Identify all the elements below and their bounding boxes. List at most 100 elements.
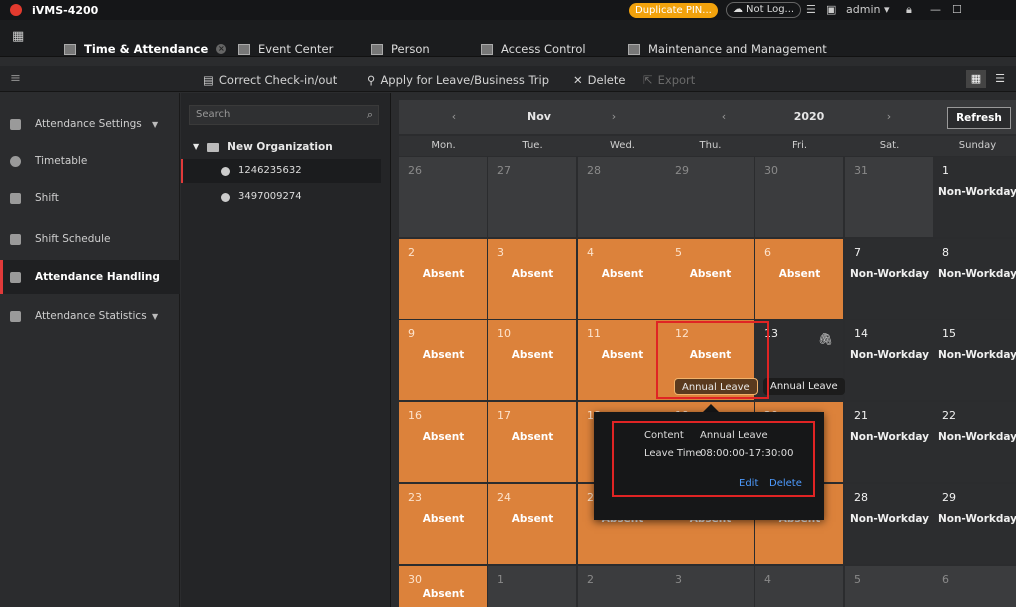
next-year-icon[interactable]: ›: [854, 100, 924, 134]
calendar-day-cell[interactable]: 31: [845, 157, 933, 237]
lock-icon[interactable]: 🔒︎: [906, 2, 912, 18]
absent-status: Absent: [422, 588, 465, 600]
delete-link[interactable]: Delete: [769, 478, 802, 489]
calendar-day-cell[interactable]: 30: [755, 157, 843, 237]
calendar-day-cell[interactable]: 29 Non-Workday: [933, 484, 1016, 564]
calendar-day-cell[interactable]: 29: [666, 157, 754, 237]
user-menu[interactable]: admin ▾: [846, 2, 890, 18]
calendar-day-cell[interactable]: 9 Absent: [399, 320, 487, 400]
calendar-day-cell[interactable]: 6 Absent: [755, 239, 843, 319]
calendar-day-cell[interactable]: 11 Absent: [578, 320, 666, 400]
calendar-day-cell[interactable]: 2 Absent: [399, 239, 487, 319]
maximize-icon[interactable]: ☐: [952, 2, 962, 18]
calendar-day-cell[interactable]: 1 Non-Workday: [933, 157, 1016, 237]
caret-down-icon: ▼: [193, 142, 200, 151]
tab-access-control-label: Access Control: [501, 42, 586, 56]
calendar-edit-icon: ▤: [203, 73, 214, 87]
calendar-day-cell[interactable]: 3 Absent: [488, 239, 576, 319]
calendar-day-cell[interactable]: 4 Absent: [578, 239, 666, 319]
person-item[interactable]: 3497009274: [181, 185, 381, 209]
next-month-icon[interactable]: ›: [579, 100, 649, 134]
calendar-day-cell[interactable]: 5 Absent: [666, 239, 754, 319]
tree-root-new-organization[interactable]: ▼ New Organization: [193, 138, 333, 156]
calendar-day-cell[interactable]: 23 Absent: [399, 484, 487, 564]
leave-detail-popup: Content Annual Leave Leave Time 08:00:00…: [594, 412, 824, 520]
calendar-day-cell[interactable]: 24 Absent: [488, 484, 576, 564]
delete-button[interactable]: ✕ Delete: [573, 72, 625, 88]
tab-time-attendance[interactable]: Time & Attendance ×: [64, 40, 227, 58]
absent-status: Absent: [778, 268, 821, 280]
nav-attendance-handling[interactable]: Attendance Handling: [0, 260, 180, 294]
nav-timetable[interactable]: Timetable: [0, 144, 180, 178]
absent-status: Absent: [511, 268, 554, 280]
prev-year-icon[interactable]: ‹: [689, 100, 759, 134]
edit-link[interactable]: Edit: [739, 478, 758, 489]
day-number: 13: [764, 327, 778, 340]
export-button[interactable]: ⇱ Export: [643, 72, 695, 88]
correct-checkin-button[interactable]: ▤ Correct Check-in/out: [203, 72, 337, 88]
tab-maintenance[interactable]: Maintenance and Management: [628, 40, 827, 58]
search-input[interactable]: Search ⌕: [189, 105, 379, 125]
duplicate-pin-badge[interactable]: Duplicate PIN...: [629, 3, 718, 18]
nav-attendance-statistics[interactable]: Attendance Statistics ▼: [0, 299, 180, 333]
nav-shift[interactable]: Shift: [0, 181, 180, 215]
calendar-day-cell[interactable]: 6: [933, 566, 1016, 607]
day-number: 11: [587, 327, 601, 340]
day-number: 16: [408, 409, 422, 422]
calendar-day-cell[interactable]: 21 Non-Workday: [845, 402, 933, 482]
calendar-day-cell[interactable]: 26: [399, 157, 487, 237]
apply-leave-button[interactable]: ⚲ Apply for Leave/Business Trip: [367, 72, 549, 88]
weekday-header: Thu.: [699, 140, 722, 151]
tab-event-center-label: Event Center: [258, 42, 334, 56]
annual-leave-tag[interactable]: Annual Leave: [763, 378, 845, 395]
day-number: 3: [497, 246, 504, 259]
calendar-day-cell[interactable]: 4: [755, 566, 843, 607]
calendar-day-cell[interactable]: 30 Absent: [399, 566, 487, 607]
nav-attendance-settings[interactable]: Attendance Settings ▼: [0, 107, 180, 141]
calendar-day-cell[interactable]: 17 Absent: [488, 402, 576, 482]
calendar-day-cell[interactable]: 15 Non-Workday: [933, 320, 1016, 400]
annual-leave-tag-selected[interactable]: Annual Leave: [674, 378, 758, 395]
cloud-status[interactable]: ☁ Not Log...: [726, 2, 802, 18]
calendar-day-cell[interactable]: 2: [578, 566, 666, 607]
absent-status: Absent: [511, 513, 554, 525]
calendar-day-cell[interactable]: 7 Non-Workday: [845, 239, 933, 319]
attendance-calendar: ‹ Nov › ‹ 2020 › Refresh Mon. Tue. Wed. Thu…: [399, 100, 1016, 607]
day-number: 28: [587, 164, 601, 177]
prev-month-icon[interactable]: ‹: [419, 100, 489, 134]
minimize-icon[interactable]: —: [930, 2, 941, 18]
calendar-day-cell[interactable]: 10 Absent: [488, 320, 576, 400]
calendar-view-icon[interactable]: ▦: [966, 70, 986, 88]
module-grid-icon[interactable]: ▦: [12, 29, 24, 44]
calendar-icon: [64, 43, 76, 55]
calendar-day-cell[interactable]: 8 Non-Workday: [933, 239, 1016, 319]
nav-shift-schedule[interactable]: Shift Schedule: [0, 222, 180, 256]
calendar-day-cell[interactable]: 22 Non-Workday: [933, 402, 1016, 482]
calendar-day-cell[interactable]: 28: [578, 157, 666, 237]
list-icon[interactable]: ☰: [806, 2, 816, 18]
day-number: 2: [408, 246, 415, 259]
calendar-day-cell[interactable]: 16 Absent: [399, 402, 487, 482]
hamburger-icon[interactable]: ≡: [10, 71, 21, 86]
day-number: 29: [942, 491, 956, 504]
calendar-day-cell[interactable]: 1: [488, 566, 576, 607]
calendar-day-cell[interactable]: 14 Non-Workday: [845, 320, 933, 400]
calendar-day-cell[interactable]: 5: [845, 566, 933, 607]
tab-access-control[interactable]: Access Control: [481, 40, 586, 58]
calendar-day-cell[interactable]: 27: [488, 157, 576, 237]
non-workday-status: Non-Workday: [937, 513, 1016, 525]
app-title: iVMS-4200: [32, 3, 99, 17]
calendar-day-cell[interactable]: 3: [666, 566, 754, 607]
person-item[interactable]: 1246235632: [181, 159, 381, 183]
tab-event-center[interactable]: Event Center: [238, 40, 333, 58]
list-view-icon[interactable]: ☰: [990, 70, 1010, 88]
search-icon[interactable]: ⌕: [367, 106, 373, 124]
day-number: 7: [854, 246, 861, 259]
tab-person[interactable]: Person: [371, 40, 430, 58]
picture-icon[interactable]: ▣: [826, 2, 836, 18]
calendar-day-cell[interactable]: 28 Non-Workday: [845, 484, 933, 564]
close-tab-icon[interactable]: ×: [216, 44, 227, 54]
day-number: 28: [854, 491, 868, 504]
refresh-button[interactable]: Refresh: [947, 107, 1011, 129]
person-icon: [221, 166, 230, 176]
